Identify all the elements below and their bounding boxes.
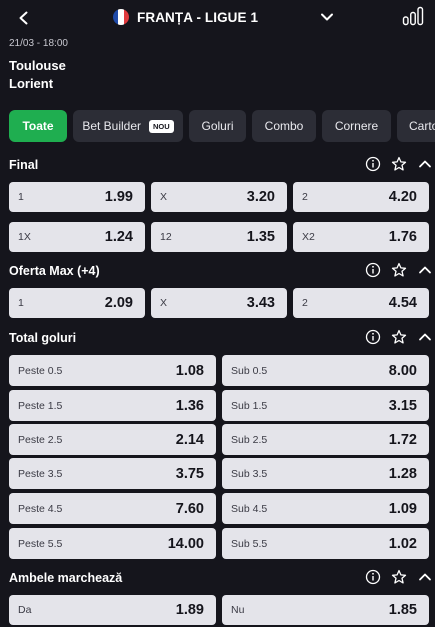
odds-row: Peste 4.5 7.60 Sub 4.5 1.09 xyxy=(9,493,429,524)
odd-button[interactable]: Peste 5.5 14.00 xyxy=(9,528,216,559)
odd-button[interactable]: Sub 5.5 1.02 xyxy=(222,528,429,559)
section-header-oferta-max: Oferta Max (+4) xyxy=(0,261,435,283)
chevron-up-icon[interactable] xyxy=(417,156,433,172)
section-header-ambele-marcheaza: Ambele marchează xyxy=(0,568,435,590)
odd-button[interactable]: 2 4.20 xyxy=(293,182,429,212)
star-icon[interactable] xyxy=(391,262,407,278)
odd-button[interactable]: Sub 4.5 1.09 xyxy=(222,493,429,524)
info-icon[interactable] xyxy=(365,569,381,585)
odd-button[interactable]: X2 1.76 xyxy=(293,222,429,252)
top-bar: FRANȚA - LIGUE 1 xyxy=(0,0,435,36)
section-title: Ambele marchează xyxy=(9,571,123,585)
odds-row: 1 2.09 X 3.43 2 4.54 xyxy=(9,288,429,318)
section-title: Final xyxy=(9,158,39,172)
star-icon[interactable] xyxy=(391,569,407,585)
info-icon[interactable] xyxy=(365,262,381,278)
france-flag-icon xyxy=(113,9,129,25)
info-icon[interactable] xyxy=(365,156,381,172)
home-team: Toulouse xyxy=(9,58,66,73)
chevron-up-icon[interactable] xyxy=(417,329,433,345)
odd-button[interactable]: Sub 0.5 8.00 xyxy=(222,355,429,386)
odd-button[interactable]: Peste 1.5 1.36 xyxy=(9,390,216,421)
back-button[interactable] xyxy=(12,6,36,30)
tab-toate[interactable]: Toate xyxy=(9,110,67,142)
odd-button[interactable]: Sub 2.5 1.72 xyxy=(222,424,429,455)
info-icon[interactable] xyxy=(365,329,381,345)
star-icon[interactable] xyxy=(391,329,407,345)
statistics-icon[interactable] xyxy=(402,6,424,26)
odds-row: Peste 1.5 1.36 Sub 1.5 3.15 xyxy=(9,390,429,421)
odd-button[interactable]: Nu 1.85 xyxy=(222,595,429,625)
chevron-left-icon xyxy=(19,11,28,25)
odd-button[interactable]: 2 4.54 xyxy=(293,288,429,318)
odds-row: Peste 0.5 1.08 Sub 0.5 8.00 xyxy=(9,355,429,386)
odds-row: 1 1.99 X 3.20 2 4.20 xyxy=(9,182,429,212)
new-badge: NOU xyxy=(149,119,174,133)
odd-button[interactable]: Da 1.89 xyxy=(9,595,216,625)
odd-button[interactable]: Sub 1.5 3.15 xyxy=(222,390,429,421)
odd-button[interactable]: 12 1.35 xyxy=(151,222,287,252)
tab-cartonase[interactable]: Carto xyxy=(397,110,435,142)
tab-combo[interactable]: Combo xyxy=(252,110,316,142)
section-header-final: Final xyxy=(0,155,435,177)
odd-button[interactable]: Peste 4.5 7.60 xyxy=(9,493,216,524)
odds-row: Peste 5.5 14.00 Sub 5.5 1.02 xyxy=(9,528,429,559)
odd-button[interactable]: Peste 3.5 3.75 xyxy=(9,458,216,489)
odd-button[interactable]: 1 2.09 xyxy=(9,288,145,318)
league-selector[interactable]: FRANȚA - LIGUE 1 xyxy=(113,6,258,28)
odd-button[interactable]: Sub 3.5 1.28 xyxy=(222,458,429,489)
odds-row: Peste 2.5 2.14 Sub 2.5 1.72 xyxy=(9,424,429,455)
tab-bet-builder[interactable]: Bet Builder NOU xyxy=(73,110,183,142)
odds-row: Peste 3.5 3.75 Sub 3.5 1.28 xyxy=(9,458,429,489)
chevron-down-icon[interactable] xyxy=(318,8,336,26)
odd-button[interactable]: Peste 0.5 1.08 xyxy=(9,355,216,386)
odd-button[interactable]: 1X 1.24 xyxy=(9,222,145,252)
odd-button[interactable]: 1 1.99 xyxy=(9,182,145,212)
section-header-total-goluri: Total goluri xyxy=(0,328,435,350)
market-tabs: Toate Bet Builder NOU Goluri Combo Corner… xyxy=(9,110,435,142)
tab-goluri[interactable]: Goluri xyxy=(189,110,246,142)
league-title: FRANȚA - LIGUE 1 xyxy=(137,9,259,25)
section-title: Oferta Max (+4) xyxy=(9,264,100,278)
chevron-up-icon[interactable] xyxy=(417,262,433,278)
odds-row: 1X 1.24 12 1.35 X2 1.76 xyxy=(9,222,429,252)
match-datetime: 21/03 - 18:00 xyxy=(9,38,68,49)
star-icon[interactable] xyxy=(391,156,407,172)
odds-row: Da 1.89 Nu 1.85 xyxy=(9,595,429,625)
odd-button[interactable]: Peste 2.5 2.14 xyxy=(9,424,216,455)
tab-cornere[interactable]: Cornere xyxy=(322,110,391,142)
chevron-up-icon[interactable] xyxy=(417,569,433,585)
odd-button[interactable]: X 3.43 xyxy=(151,288,287,318)
section-title: Total goluri xyxy=(9,331,77,345)
away-team: Lorient xyxy=(9,76,54,91)
odd-button[interactable]: X 3.20 xyxy=(151,182,287,212)
